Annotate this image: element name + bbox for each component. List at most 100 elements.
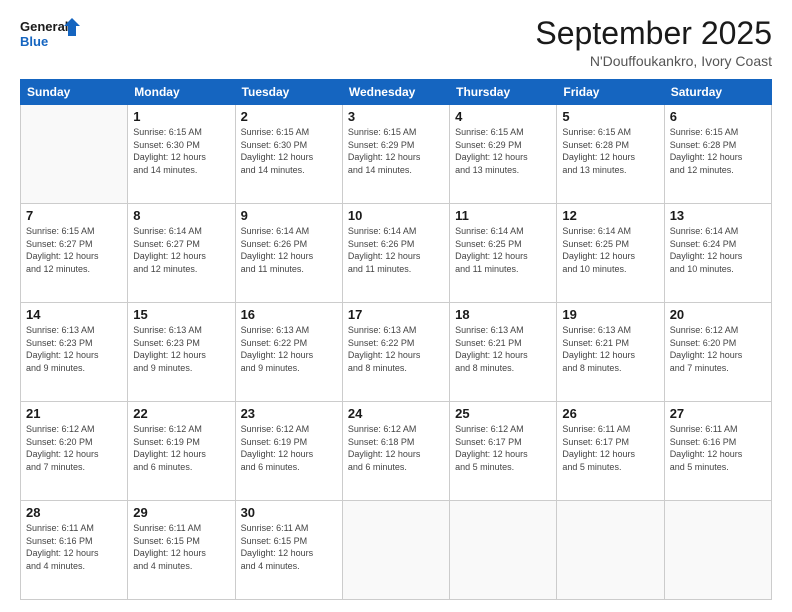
- title-block: September 2025 N'Douffoukankro, Ivory Co…: [535, 16, 772, 69]
- day-info: Sunrise: 6:13 AM Sunset: 6:21 PM Dayligh…: [562, 324, 658, 374]
- calendar-cell: [21, 105, 128, 204]
- calendar-cell: [450, 501, 557, 600]
- day-number: 1: [133, 109, 229, 124]
- calendar-cell: 20 Sunrise: 6:12 AM Sunset: 6:20 PM Dayli…: [664, 303, 771, 402]
- calendar-cell: 5Sunrise: 6:15 AM Sunset: 6:28 PM Daylig…: [557, 105, 664, 204]
- day-info: Sunrise: 6:11 AM Sunset: 6:15 PM Dayligh…: [241, 522, 337, 572]
- logo-svg: General Blue: [20, 16, 80, 52]
- calendar-cell: 22 Sunrise: 6:12 AM Sunset: 6:19 PM Dayli…: [128, 402, 235, 501]
- day-info: Sunrise: 6:12 AM Sunset: 6:19 PM Dayligh…: [133, 423, 229, 473]
- day-number: 15: [133, 307, 229, 322]
- day-info: Sunrise: 6:11 AM Sunset: 6:17 PM Dayligh…: [562, 423, 658, 473]
- calendar-cell: 27 Sunrise: 6:11 AM Sunset: 6:16 PM Dayli…: [664, 402, 771, 501]
- day-info: Sunrise: 6:12 AM Sunset: 6:18 PM Dayligh…: [348, 423, 444, 473]
- day-info: Sunrise: 6:15 AM Sunset: 6:30 PM Dayligh…: [133, 126, 229, 176]
- calendar-cell: 28 Sunrise: 6:11 AM Sunset: 6:16 PM Dayli…: [21, 501, 128, 600]
- day-number: 7: [26, 208, 122, 223]
- day-number: 11: [455, 208, 551, 223]
- day-info: Sunrise: 6:12 AM Sunset: 6:20 PM Dayligh…: [670, 324, 766, 374]
- day-number: 18: [455, 307, 551, 322]
- calendar-cell: [664, 501, 771, 600]
- day-number: 14: [26, 307, 122, 322]
- day-info: Sunrise: 6:14 AM Sunset: 6:26 PM Dayligh…: [241, 225, 337, 275]
- calendar-week-5: 28 Sunrise: 6:11 AM Sunset: 6:16 PM Dayli…: [21, 501, 772, 600]
- location: N'Douffoukankro, Ivory Coast: [535, 53, 772, 69]
- day-info: Sunrise: 6:14 AM Sunset: 6:26 PM Dayligh…: [348, 225, 444, 275]
- day-header-row: Sunday Monday Tuesday Wednesday Thursday…: [21, 80, 772, 105]
- day-number: 8: [133, 208, 229, 223]
- day-number: 19: [562, 307, 658, 322]
- day-info: Sunrise: 6:11 AM Sunset: 6:16 PM Dayligh…: [26, 522, 122, 572]
- day-number: 30: [241, 505, 337, 520]
- day-number: 13: [670, 208, 766, 223]
- day-info: Sunrise: 6:14 AM Sunset: 6:25 PM Dayligh…: [455, 225, 551, 275]
- calendar-cell: 17Sunrise: 6:13 AM Sunset: 6:22 PM Dayli…: [342, 303, 449, 402]
- calendar-table: Sunday Monday Tuesday Wednesday Thursday…: [20, 79, 772, 600]
- calendar-cell: 23 Sunrise: 6:12 AM Sunset: 6:19 PM Dayli…: [235, 402, 342, 501]
- day-info: Sunrise: 6:13 AM Sunset: 6:22 PM Dayligh…: [241, 324, 337, 374]
- svg-text:Blue: Blue: [20, 34, 48, 49]
- header-sunday: Sunday: [21, 80, 128, 105]
- day-info: Sunrise: 6:15 AM Sunset: 6:29 PM Dayligh…: [455, 126, 551, 176]
- day-number: 23: [241, 406, 337, 421]
- calendar-cell: 19 Sunrise: 6:13 AM Sunset: 6:21 PM Dayli…: [557, 303, 664, 402]
- calendar-week-4: 21Sunrise: 6:12 AM Sunset: 6:20 PM Dayli…: [21, 402, 772, 501]
- page: General Blue September 2025 N'Douffoukan…: [0, 0, 792, 612]
- day-number: 25: [455, 406, 551, 421]
- day-number: 22: [133, 406, 229, 421]
- header-saturday: Saturday: [664, 80, 771, 105]
- calendar-cell: 30 Sunrise: 6:11 AM Sunset: 6:15 PM Dayli…: [235, 501, 342, 600]
- calendar-cell: 1 Sunrise: 6:15 AM Sunset: 6:30 PM Daylig…: [128, 105, 235, 204]
- day-number: 24: [348, 406, 444, 421]
- day-info: Sunrise: 6:13 AM Sunset: 6:22 PM Dayligh…: [348, 324, 444, 374]
- header-wednesday: Wednesday: [342, 80, 449, 105]
- calendar-cell: 2 Sunrise: 6:15 AM Sunset: 6:30 PM Daylig…: [235, 105, 342, 204]
- calendar-cell: 16 Sunrise: 6:13 AM Sunset: 6:22 PM Dayli…: [235, 303, 342, 402]
- calendar-cell: 29 Sunrise: 6:11 AM Sunset: 6:15 PM Dayli…: [128, 501, 235, 600]
- calendar-week-3: 14Sunrise: 6:13 AM Sunset: 6:23 PM Dayli…: [21, 303, 772, 402]
- day-info: Sunrise: 6:14 AM Sunset: 6:27 PM Dayligh…: [133, 225, 229, 275]
- header: General Blue September 2025 N'Douffoukan…: [20, 16, 772, 69]
- day-info: Sunrise: 6:13 AM Sunset: 6:21 PM Dayligh…: [455, 324, 551, 374]
- calendar-cell: 24 Sunrise: 6:12 AM Sunset: 6:18 PM Dayli…: [342, 402, 449, 501]
- day-info: Sunrise: 6:15 AM Sunset: 6:28 PM Dayligh…: [562, 126, 658, 176]
- calendar-cell: 15Sunrise: 6:13 AM Sunset: 6:23 PM Dayli…: [128, 303, 235, 402]
- day-info: Sunrise: 6:15 AM Sunset: 6:28 PM Dayligh…: [670, 126, 766, 176]
- day-number: 29: [133, 505, 229, 520]
- day-number: 4: [455, 109, 551, 124]
- header-friday: Friday: [557, 80, 664, 105]
- calendar-week-1: 1 Sunrise: 6:15 AM Sunset: 6:30 PM Daylig…: [21, 105, 772, 204]
- day-info: Sunrise: 6:15 AM Sunset: 6:30 PM Dayligh…: [241, 126, 337, 176]
- day-number: 12: [562, 208, 658, 223]
- calendar-cell: 11 Sunrise: 6:14 AM Sunset: 6:25 PM Dayli…: [450, 204, 557, 303]
- day-number: 2: [241, 109, 337, 124]
- calendar-cell: 8 Sunrise: 6:14 AM Sunset: 6:27 PM Daylig…: [128, 204, 235, 303]
- day-number: 20: [670, 307, 766, 322]
- logo: General Blue: [20, 16, 80, 52]
- calendar-cell: 14Sunrise: 6:13 AM Sunset: 6:23 PM Dayli…: [21, 303, 128, 402]
- day-number: 27: [670, 406, 766, 421]
- day-info: Sunrise: 6:14 AM Sunset: 6:24 PM Dayligh…: [670, 225, 766, 275]
- calendar-cell: 7 Sunrise: 6:15 AM Sunset: 6:27 PM Daylig…: [21, 204, 128, 303]
- day-number: 10: [348, 208, 444, 223]
- header-monday: Monday: [128, 80, 235, 105]
- calendar-cell: [342, 501, 449, 600]
- calendar-cell: 13 Sunrise: 6:14 AM Sunset: 6:24 PM Dayli…: [664, 204, 771, 303]
- day-info: Sunrise: 6:12 AM Sunset: 6:17 PM Dayligh…: [455, 423, 551, 473]
- day-info: Sunrise: 6:14 AM Sunset: 6:25 PM Dayligh…: [562, 225, 658, 275]
- day-number: 16: [241, 307, 337, 322]
- calendar-cell: [557, 501, 664, 600]
- calendar-cell: 18 Sunrise: 6:13 AM Sunset: 6:21 PM Dayli…: [450, 303, 557, 402]
- day-info: Sunrise: 6:12 AM Sunset: 6:20 PM Dayligh…: [26, 423, 122, 473]
- calendar-cell: 26Sunrise: 6:11 AM Sunset: 6:17 PM Dayli…: [557, 402, 664, 501]
- header-tuesday: Tuesday: [235, 80, 342, 105]
- day-number: 28: [26, 505, 122, 520]
- day-info: Sunrise: 6:11 AM Sunset: 6:15 PM Dayligh…: [133, 522, 229, 572]
- calendar-cell: 4 Sunrise: 6:15 AM Sunset: 6:29 PM Daylig…: [450, 105, 557, 204]
- day-info: Sunrise: 6:11 AM Sunset: 6:16 PM Dayligh…: [670, 423, 766, 473]
- svg-text:General: General: [20, 19, 68, 34]
- calendar-cell: 25 Sunrise: 6:12 AM Sunset: 6:17 PM Dayli…: [450, 402, 557, 501]
- day-info: Sunrise: 6:15 AM Sunset: 6:27 PM Dayligh…: [26, 225, 122, 275]
- day-info: Sunrise: 6:15 AM Sunset: 6:29 PM Dayligh…: [348, 126, 444, 176]
- day-info: Sunrise: 6:12 AM Sunset: 6:19 PM Dayligh…: [241, 423, 337, 473]
